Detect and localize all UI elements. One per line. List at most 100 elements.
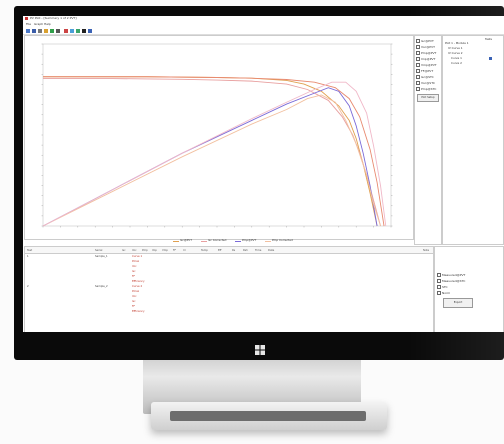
check-stc[interactable]: STC (437, 285, 448, 289)
table-cell: Isc (132, 270, 136, 273)
export-options-panel: Measured@PVT Measured@STC STC Norm Expor… (434, 246, 504, 332)
table-row[interactable]: Pmax (25, 260, 433, 264)
check-measured-stc[interactable]: Measured@STC (437, 279, 465, 283)
option-voc-stc[interactable]: Voc@STC (416, 81, 435, 85)
windows-logo-icon (255, 345, 265, 355)
table-cell: Efficiency (132, 280, 145, 283)
table-cell: Curve 1 (132, 255, 143, 258)
legend-label-3: Pmp@PVT (242, 238, 257, 243)
col-header-pmp: Pmp (142, 248, 148, 252)
legend-swatch-1 (173, 240, 179, 242)
table-cell: Pmax (132, 290, 140, 293)
legend-swatch-3 (235, 240, 241, 242)
info-icon[interactable] (88, 29, 92, 33)
table-row[interactable]: 1 Sample_1 Curve 1 (25, 255, 433, 259)
table-row[interactable]: Isc (25, 270, 433, 274)
cursor-icon[interactable] (56, 29, 60, 33)
table-row[interactable]: Isc (25, 300, 433, 304)
table-row[interactable]: FF (25, 305, 433, 309)
table-cell: Sample_1 (95, 255, 108, 258)
option-isc-stc[interactable]: Isc@STC (416, 75, 434, 79)
series-line-3 (42, 87, 378, 227)
table-row[interactable]: Voc (25, 265, 433, 269)
series-line-1 (43, 76, 378, 227)
col-header-imp: Imp (152, 248, 157, 252)
tree-item-curve1[interactable]: Curve 1 (451, 57, 462, 60)
col-header-test: Test (27, 248, 33, 252)
option-voc-pvt[interactable]: Voc@PVT (416, 45, 435, 49)
option-vmp-pvt[interactable]: Vmp@PVT (416, 63, 437, 67)
table-cell: Voc (132, 265, 137, 268)
chart-panel (24, 35, 414, 240)
copy-icon[interactable] (44, 29, 48, 33)
table-cell: FF (132, 305, 135, 308)
series-line-5 (43, 76, 385, 227)
series-line-2 (43, 78, 381, 227)
table-row[interactable]: Efficiency (25, 280, 433, 284)
table-row[interactable]: Pmax (25, 290, 433, 294)
col-header-isc: Isc (122, 248, 126, 252)
toolbar (23, 27, 504, 35)
legend-label-1: Isc@PVT (180, 238, 192, 243)
table-cell: 2 (27, 285, 29, 288)
tree-selected-icon (489, 57, 492, 60)
legend-swatch-4 (265, 240, 271, 242)
table-row[interactable]: Efficiency (25, 310, 433, 314)
check-norm[interactable]: Norm (437, 291, 450, 295)
option-imp-pvt[interactable]: Imp@PVT (416, 57, 435, 61)
table-row[interactable]: 2 Sample_2 Curve 2 (25, 285, 433, 289)
export-button[interactable]: Export (443, 298, 473, 308)
table-cell: Curve 2 (132, 285, 143, 288)
menu-graph[interactable]: Graph (34, 23, 43, 26)
open-icon[interactable] (26, 29, 30, 33)
tree-item-iv2[interactable]: IV Curve 2 (448, 52, 463, 55)
series-options-panel: Isc@PVT Voc@PVT Pmp@PVT Imp@PVT Vmp@PVT … (414, 35, 442, 245)
zoom-icon[interactable] (50, 29, 54, 33)
option-isc-pvt[interactable]: Isc@PVT (416, 39, 434, 43)
check-measured-pvt[interactable]: Measured@PVT (437, 273, 465, 277)
iv-curve-chart (41, 43, 393, 228)
app-icon (25, 17, 28, 20)
chart-legend: Isc@PVT Isc Corrected Pmp@PVT Pmp Correc… (173, 238, 373, 244)
legend-label-4: Pmp Corrected (272, 238, 293, 243)
legend-label-2: Isc Corrected (208, 238, 227, 243)
menu-help[interactable]: Help (44, 23, 51, 26)
series-line-6 (42, 81, 387, 227)
col-header-serial: Serial (95, 248, 103, 252)
col-header-eff: Eff (218, 248, 222, 252)
col-header-voc: Voc (132, 248, 137, 252)
table-cell: Voc (132, 295, 137, 298)
refresh-icon[interactable] (64, 29, 68, 33)
camera-icon[interactable] (82, 29, 86, 33)
option-pmp-pvt[interactable]: Pmp@PVT (416, 51, 436, 55)
tests-tree-panel: Tests Plot 1 - Module 1 IV Curve 1 IV Cu… (442, 35, 504, 245)
grid-icon[interactable] (76, 29, 80, 33)
table-cell: 1 (27, 255, 29, 258)
menu-file[interactable]: File (26, 23, 31, 26)
plot-setup-button[interactable]: Plot Setup (417, 94, 439, 102)
tree-item-plot[interactable]: Plot 1 - Module 1 (445, 42, 469, 45)
tree-item-iv1[interactable]: IV Curve 1 (448, 47, 463, 50)
col-header-rsh: Rsh (243, 248, 248, 252)
col-header-irr: Irr (183, 248, 186, 252)
print-icon[interactable] (38, 29, 42, 33)
monitor-base-slot (170, 411, 366, 421)
col-header-note: Note (423, 248, 430, 252)
export-icon[interactable] (70, 29, 74, 33)
table-cell: Sample_2 (95, 285, 108, 288)
table-cell: Efficiency (132, 310, 145, 313)
table-cell: Isc (132, 300, 136, 303)
tree-item-curve2[interactable]: Curve 2 (451, 62, 462, 65)
col-header-date: Date (268, 248, 275, 252)
option-ff-pvt[interactable]: FF@PVT (416, 69, 433, 73)
option-pmp-stc[interactable]: Pmp@STC (416, 87, 436, 91)
results-table: Test Serial Isc Voc Pmp Imp Vmp FF Irr T… (24, 246, 434, 332)
col-header-rs: Rs (232, 248, 236, 252)
series-line-4 (42, 94, 381, 227)
table-row[interactable]: FF (25, 275, 433, 279)
tree-title: Tests (485, 37, 492, 41)
table-row[interactable]: Voc (25, 295, 433, 299)
app-window: PV Plot - [Summary 1 of 2 PVT] File Grap… (23, 16, 504, 332)
save-icon[interactable] (32, 29, 36, 33)
col-header-time: Time (255, 248, 262, 252)
